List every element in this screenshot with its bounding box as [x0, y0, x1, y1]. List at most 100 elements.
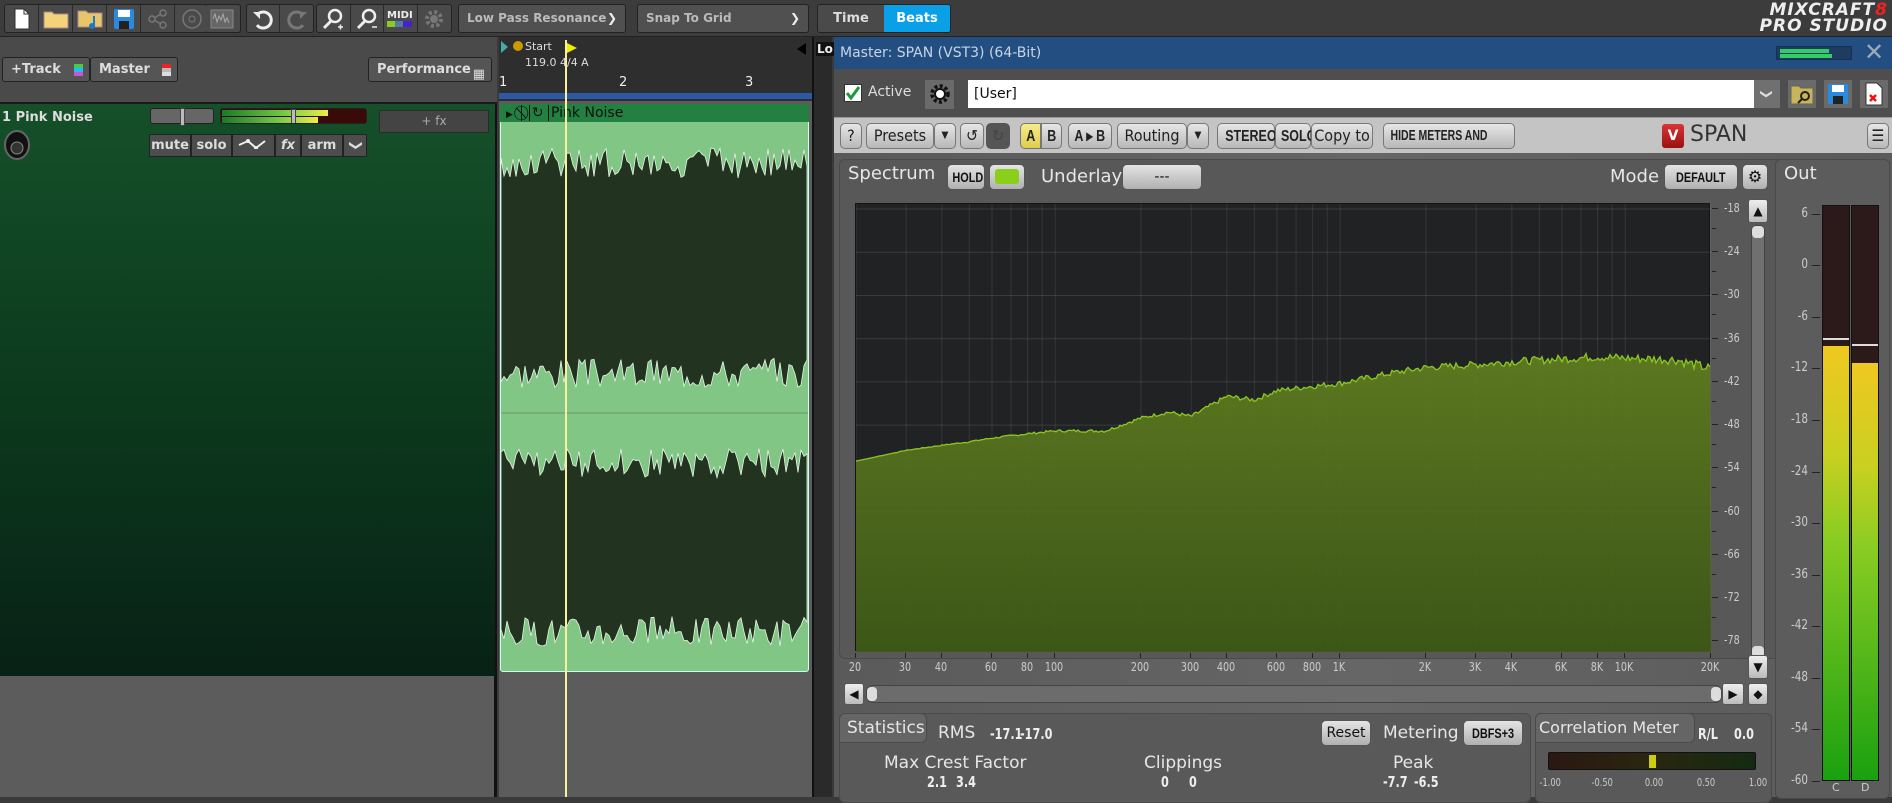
spectrum-tab[interactable]: Spectrum [848, 163, 935, 184]
undo-plugin-button[interactable]: ↺ [960, 123, 984, 149]
presets-dropdown-button[interactable]: ▼ [934, 123, 956, 149]
zoom-out-button[interactable] [351, 5, 384, 32]
preset-a-button[interactable]: A [1020, 123, 1041, 149]
share-button[interactable] [141, 5, 175, 32]
effect-dropdown-value: Low Pass Resonance [467, 11, 607, 25]
burn-cd-button[interactable] [175, 5, 209, 32]
time-tab[interactable]: Time [818, 5, 884, 32]
redo-plugin-button[interactable]: ↻ [986, 123, 1010, 149]
scroll-right-button[interactable]: ▶ [1722, 683, 1744, 705]
vertical-scrollbar[interactable] [1751, 225, 1765, 659]
pan-handle[interactable] [180, 108, 185, 126]
active-checkbox[interactable] [844, 84, 862, 102]
play-clip-icon[interactable]: ▶ [506, 110, 513, 120]
effect-dropdown[interactable]: Low Pass Resonance ❯ [458, 4, 626, 33]
y-tick-label: -18 [1724, 201, 1740, 216]
fx-button[interactable]: fx [275, 134, 301, 157]
pan-slider[interactable] [150, 108, 214, 126]
open-music-button[interactable] [73, 5, 107, 32]
loop-region-bar[interactable] [499, 93, 812, 99]
routing-dropdown-button[interactable]: ▼ [1187, 123, 1209, 149]
preset-dropdown-button[interactable]: ❯ [1754, 80, 1780, 108]
reset-stats-button[interactable]: Reset [1321, 720, 1371, 746]
solo-plugin-button[interactable]: SOLO [1275, 123, 1316, 149]
midi-button[interactable]: MIDI [384, 5, 418, 32]
copy-to-button[interactable]: Copy to [1311, 123, 1373, 149]
timeline-ruler[interactable]: Start 119.0 4/4 A 1 2 3 [499, 37, 812, 101]
redo-button[interactable] [280, 5, 313, 32]
snap-dropdown[interactable]: Snap To Grid ❯ [637, 4, 809, 33]
statistics-tab[interactable]: Statistics [847, 718, 925, 738]
arm-button[interactable]: arm [301, 134, 343, 157]
plugin-menu-button[interactable]: ☰ [1867, 123, 1889, 149]
routing-button[interactable]: Routing [1117, 123, 1187, 149]
save-preset-button[interactable] [1824, 80, 1852, 108]
copy-a-to-b-button[interactable]: A ▸ B [1068, 123, 1112, 149]
stereo-button[interactable]: STEREO [1217, 123, 1277, 149]
save-button[interactable] [107, 5, 141, 32]
solo-button[interactable]: solo [191, 134, 232, 157]
undo-button[interactable] [247, 5, 281, 32]
close-plugin-button[interactable]: ✕ [1864, 37, 1884, 67]
plugin-settings-button[interactable] [925, 80, 954, 109]
hide-meters-button[interactable]: HIDE METERS AND STATS [1383, 123, 1515, 168]
panel-separator[interactable]: Lo [812, 37, 834, 797]
correlation-tab[interactable]: Correlation Meter [1539, 718, 1679, 737]
load-preset-button[interactable] [1788, 80, 1816, 108]
settings-button[interactable] [418, 5, 451, 32]
help-button[interactable]: ? [840, 123, 862, 149]
scroll-handle-top[interactable] [1752, 226, 1764, 238]
loop-clip-icon[interactable]: ↻ [528, 105, 544, 121]
x-tick-label: 20 [848, 660, 862, 674]
hold-button[interactable]: HOLD [947, 164, 985, 190]
performance-button[interactable]: Performance ▦ [368, 57, 492, 82]
preset-input[interactable]: [User] [968, 80, 1754, 108]
audio-clip[interactable] [500, 104, 809, 672]
mute-clip-icon[interactable]: ⃠ [521, 105, 525, 121]
zoom-in-button[interactable] [317, 5, 351, 32]
volume-handle[interactable] [291, 109, 296, 123]
volume-meter[interactable] [220, 108, 367, 124]
beats-tab[interactable]: Beats [884, 5, 950, 32]
new-file-button[interactable] [5, 5, 39, 32]
y-tick-label: -54 [1724, 460, 1740, 475]
track-instrument-icon[interactable] [2, 128, 32, 162]
loop-end-marker-icon[interactable] [797, 43, 806, 55]
out-tab[interactable]: Out [1784, 163, 1817, 184]
mute-button[interactable]: mute [149, 134, 191, 157]
start-marker-label[interactable]: Start [525, 40, 552, 53]
peak-hold-marker [1852, 343, 1878, 346]
add-fx-button[interactable]: + fx [379, 110, 489, 133]
delete-preset-button[interactable] [1860, 80, 1888, 108]
correlation-tick-label: 1.00 [1748, 776, 1768, 789]
scroll-up-button[interactable]: ▲ [1748, 199, 1768, 223]
hold-color-button[interactable] [989, 164, 1025, 190]
metering-select[interactable]: DBFS+3 [1463, 720, 1523, 746]
zoom-in-icon [323, 8, 344, 29]
underlay-select[interactable]: --- [1122, 164, 1202, 190]
spectrum-graph[interactable] [855, 203, 1712, 652]
presets-button[interactable]: Presets [866, 123, 934, 149]
preset-b-button[interactable]: B [1041, 123, 1062, 149]
mode-select[interactable]: DEFAULT [1664, 164, 1738, 190]
master-button[interactable]: Master [90, 57, 178, 82]
x-tick-mark [1026, 653, 1028, 658]
scroll-down-button[interactable]: ▼ [1748, 655, 1768, 679]
scroll-left-button[interactable]: ◀ [844, 683, 864, 705]
spectrum-settings-button[interactable]: ⚙ [1742, 164, 1768, 190]
automation-button[interactable] [232, 134, 275, 157]
clip-header[interactable]: ▶ ⃠ ↻ Pink Noise [500, 104, 809, 122]
scroll-handle-left[interactable] [867, 687, 877, 701]
add-track-button[interactable]: +Track [2, 57, 90, 82]
scroll-handle-right[interactable] [1711, 687, 1721, 701]
mixdown-button[interactable] [205, 5, 239, 32]
playhead-line[interactable] [565, 40, 567, 797]
horizontal-scrollbar[interactable] [866, 685, 1722, 703]
track-name[interactable]: 1 Pink Noise [2, 110, 93, 125]
open-button[interactable] [39, 5, 73, 32]
empty-track-area[interactable] [0, 676, 497, 797]
new-file-icon [14, 8, 29, 29]
reset-zoom-button[interactable]: ◆ [1748, 683, 1768, 705]
tempo-info[interactable]: 119.0 4/4 A [525, 56, 589, 69]
track-menu-button[interactable]: ❯ [343, 134, 367, 157]
